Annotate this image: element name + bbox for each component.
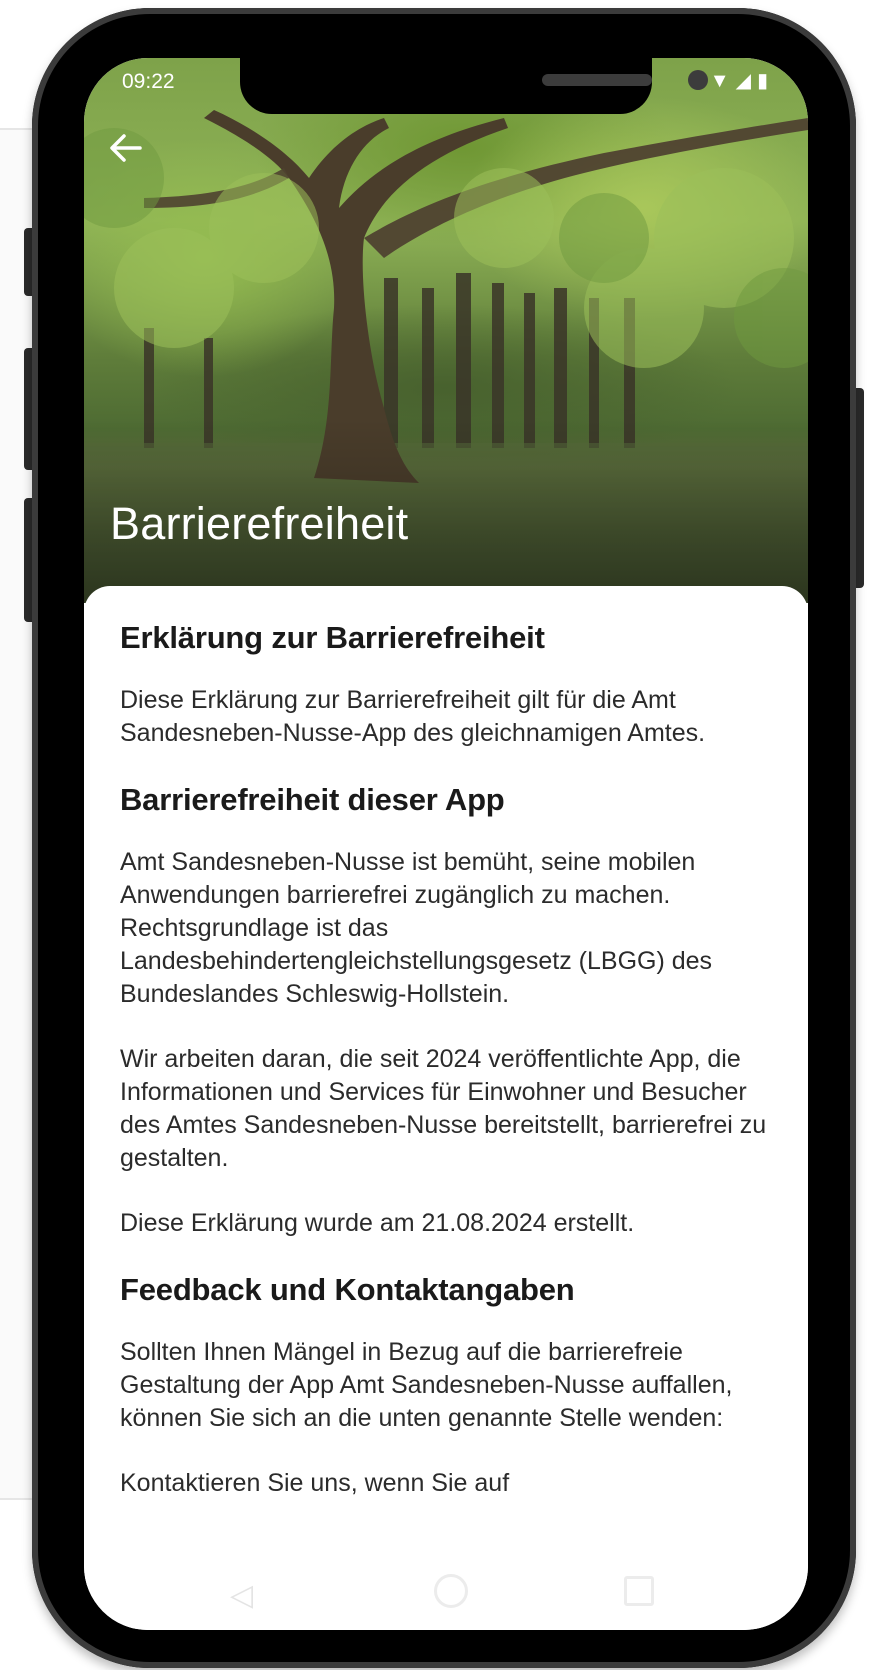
section-paragraph: Kontaktieren Sie uns, wenn Sie auf [120, 1469, 510, 1497]
arrow-left-icon [110, 134, 142, 162]
back-button[interactable] [106, 128, 154, 176]
section-heading: Erklärung zur Barrierefreiheit [120, 620, 545, 655]
section-paragraph: Diese Erklärung zur Barrierefreiheit gil… [120, 686, 706, 747]
phone-notch [240, 58, 708, 114]
page-title: Barrierefreiheit [110, 498, 409, 549]
wifi-icon: ▼ [709, 70, 730, 92]
background-panel [0, 130, 36, 1498]
section-paragraph: Diese Erklärung wurde am 21.08.2024 erst… [120, 1209, 635, 1237]
nav-recents-icon[interactable] [624, 1576, 654, 1606]
app-screen: 09:22 ▼ ◢ ▮ Barrierefreiheit Erklärung z… [84, 58, 808, 1630]
nav-home-icon[interactable] [434, 1574, 468, 1608]
signal-icon: ◢ [735, 70, 751, 92]
section-heading: Barrierefreiheit dieser App [120, 782, 505, 817]
content-card: Erklärung zur Barrierefreiheit Diese Erk… [84, 586, 808, 1630]
nav-back-icon[interactable]: ◁ [230, 1578, 253, 1613]
section-paragraph: Wir arbeiten daran, die seit 2024 veröff… [120, 1045, 767, 1172]
battery-icon: ▮ [756, 70, 768, 92]
front-camera [688, 70, 708, 90]
status-icons: ▼ ◢ ▮ [710, 70, 768, 92]
section-heading: Feedback und Kontaktangaben [120, 1272, 575, 1307]
section-paragraph: Amt Sandesneben-Nusse ist bemüht, seine … [120, 848, 713, 1008]
section-paragraph: Sollten Ihnen Mängel in Bezug auf die ba… [120, 1338, 733, 1432]
earpiece-speaker [542, 74, 652, 86]
system-nav-bar: ◁ [84, 1568, 808, 1628]
status-time: 09:22 [122, 70, 175, 93]
